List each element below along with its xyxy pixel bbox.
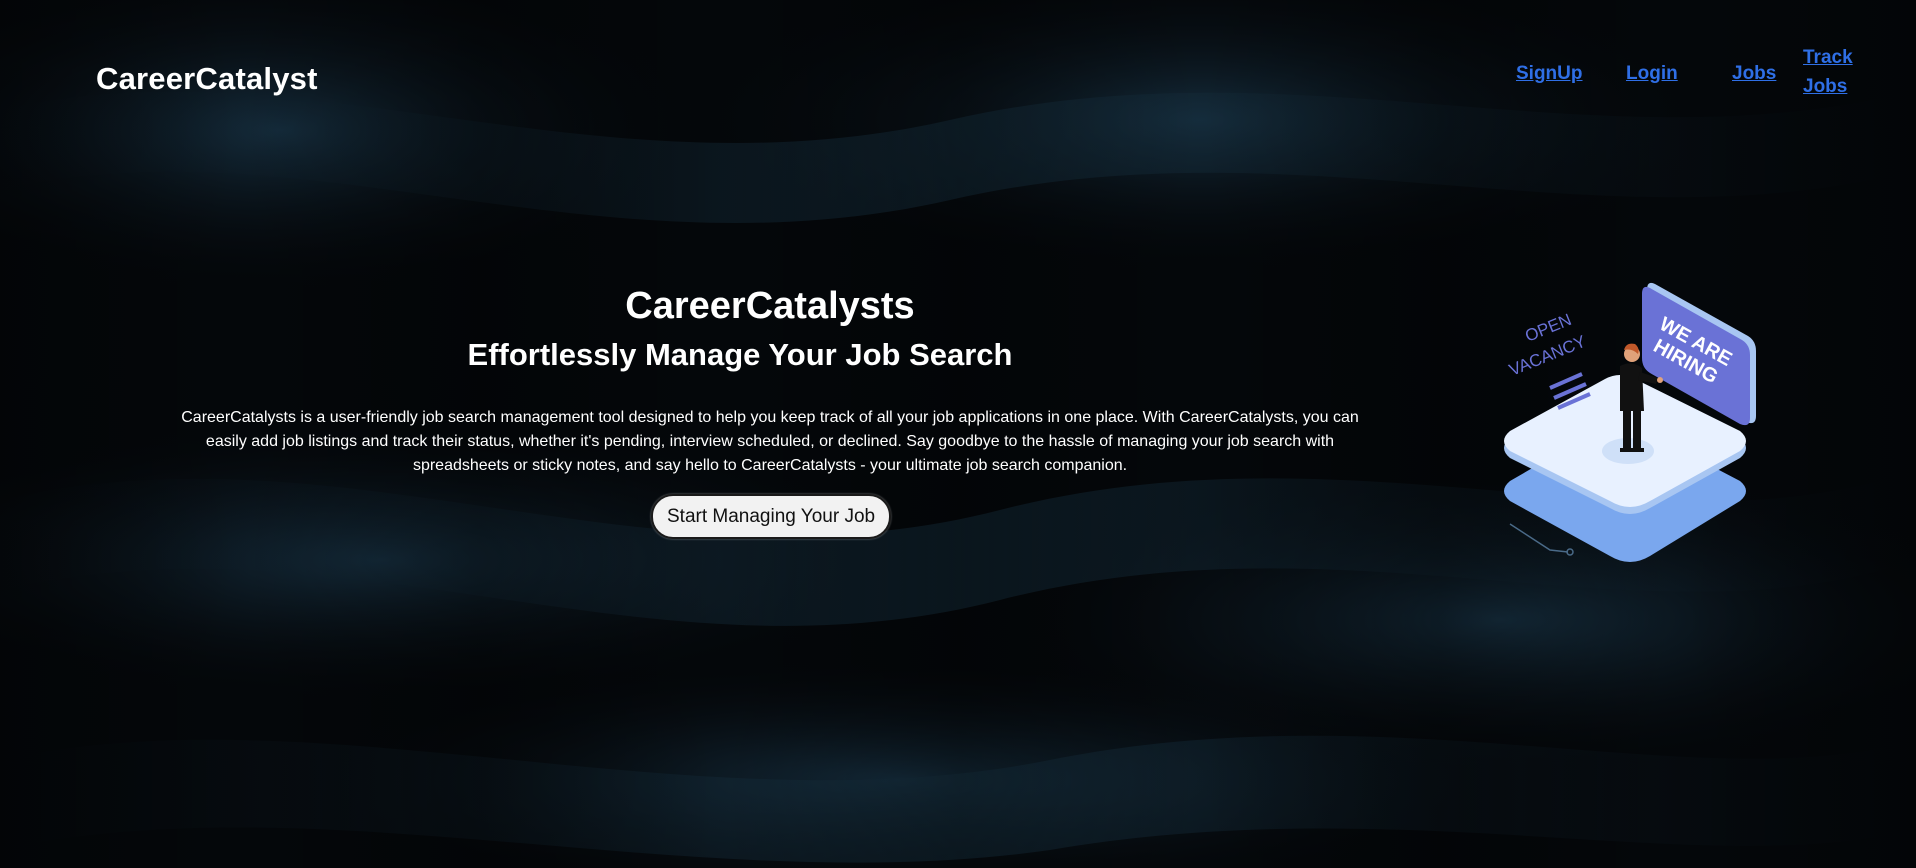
nav-link-track-jobs[interactable]: Track Jobs — [1803, 43, 1863, 101]
page: CareerCatalyst SignUp Login Jobs Track J… — [0, 0, 1916, 868]
hiring-illustration: WE ARE HIRING OPEN VACANCY — [1504, 282, 1756, 562]
start-managing-button[interactable]: Start Managing Your Job — [651, 494, 892, 539]
nav-link-login[interactable]: Login — [1626, 59, 1678, 88]
hero-subtitle: Effortlessly Manage Your Job Search — [467, 337, 1013, 372]
hero-section: CareerCatalysts Effortlessly Manage Your… — [160, 280, 1380, 539]
brand-logo[interactable]: CareerCatalyst — [96, 61, 318, 97]
nav-link-signup[interactable]: SignUp — [1516, 59, 1583, 88]
hero-title: CareerCatalysts — [625, 285, 915, 327]
nav-link-jobs[interactable]: Jobs — [1732, 59, 1776, 88]
hero-description: CareerCatalysts is a user-friendly job s… — [181, 409, 1359, 474]
navbar: CareerCatalyst SignUp Login Jobs Track J… — [0, 3, 1916, 153]
tag-text-line2: VACANCY — [1506, 332, 1588, 380]
